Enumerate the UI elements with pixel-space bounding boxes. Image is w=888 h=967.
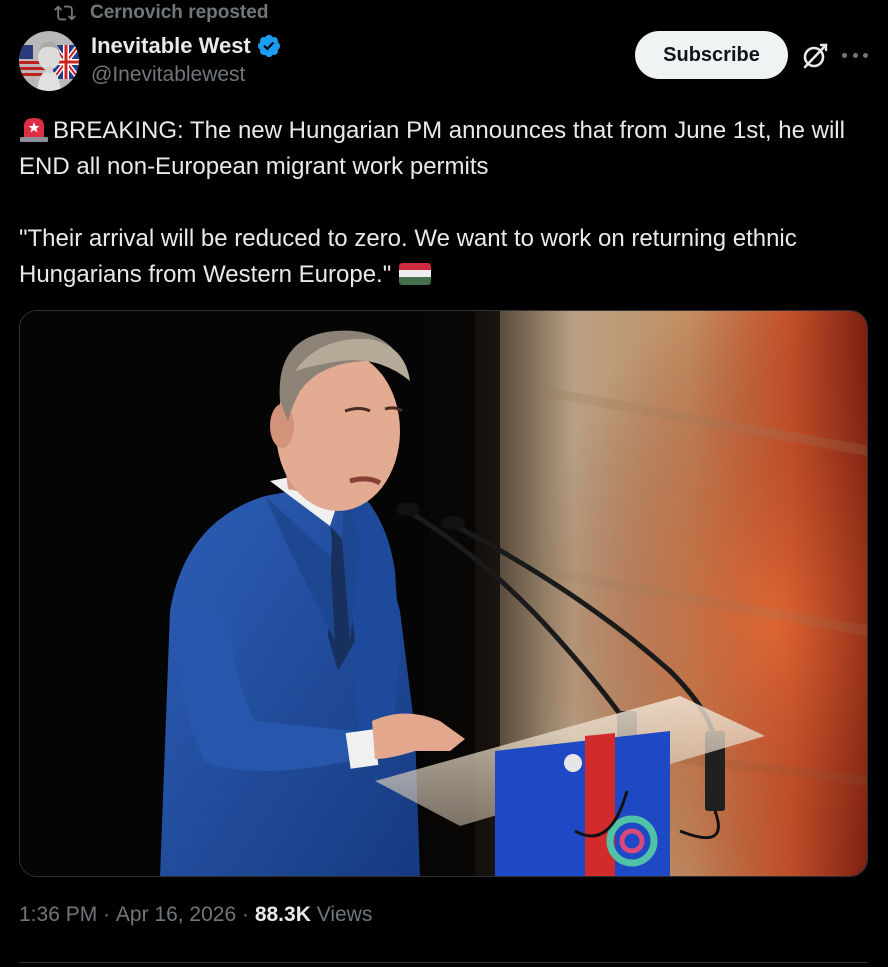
repost-icon [54, 5, 76, 21]
hungary-flag-emoji-icon [399, 263, 432, 285]
tweet-paragraph-1: BREAKING: The new Hungarian PM announces… [19, 113, 879, 185]
tweet-meta: 1:36 PM · Apr 16, 2026 · 88.3K Views [19, 903, 372, 927]
meta-separator: · [97, 903, 116, 926]
views-count[interactable]: 88.3K [255, 903, 311, 927]
author-display-name[interactable]: Inevitable West [91, 33, 251, 59]
media-photo [20, 311, 867, 876]
author-handle[interactable]: @Inevitablewest [91, 63, 282, 87]
subscribe-button[interactable]: Subscribe [635, 31, 788, 79]
repost-text: Cernovich reposted [90, 2, 269, 23]
tweet-time[interactable]: 1:36 PM [19, 903, 97, 927]
tweet-text: BREAKING: The new Hungarian PM announces… [19, 113, 879, 293]
verified-badge-icon[interactable] [256, 33, 282, 59]
author-block: Inevitable West @Inevitablewest [91, 31, 282, 87]
meta-separator: · [236, 903, 255, 926]
tweet-date[interactable]: Apr 16, 2026 [116, 903, 236, 927]
tweet-paragraph-2: "Their arrival will be reduced to zero. … [19, 221, 879, 293]
tweet-media-image[interactable] [19, 310, 868, 877]
more-horizontal-icon[interactable] [842, 44, 868, 66]
avatar-image [19, 31, 79, 91]
avatar[interactable] [19, 31, 79, 91]
grok-icon[interactable] [801, 42, 829, 70]
divider [19, 962, 868, 963]
repost-indicator[interactable]: Cernovich reposted [52, 0, 268, 26]
tweet-line-1: BREAKING: The new Hungarian PM announces… [19, 117, 845, 180]
views-label: Views [310, 903, 373, 926]
rotating-light-emoji-icon [20, 118, 48, 142]
